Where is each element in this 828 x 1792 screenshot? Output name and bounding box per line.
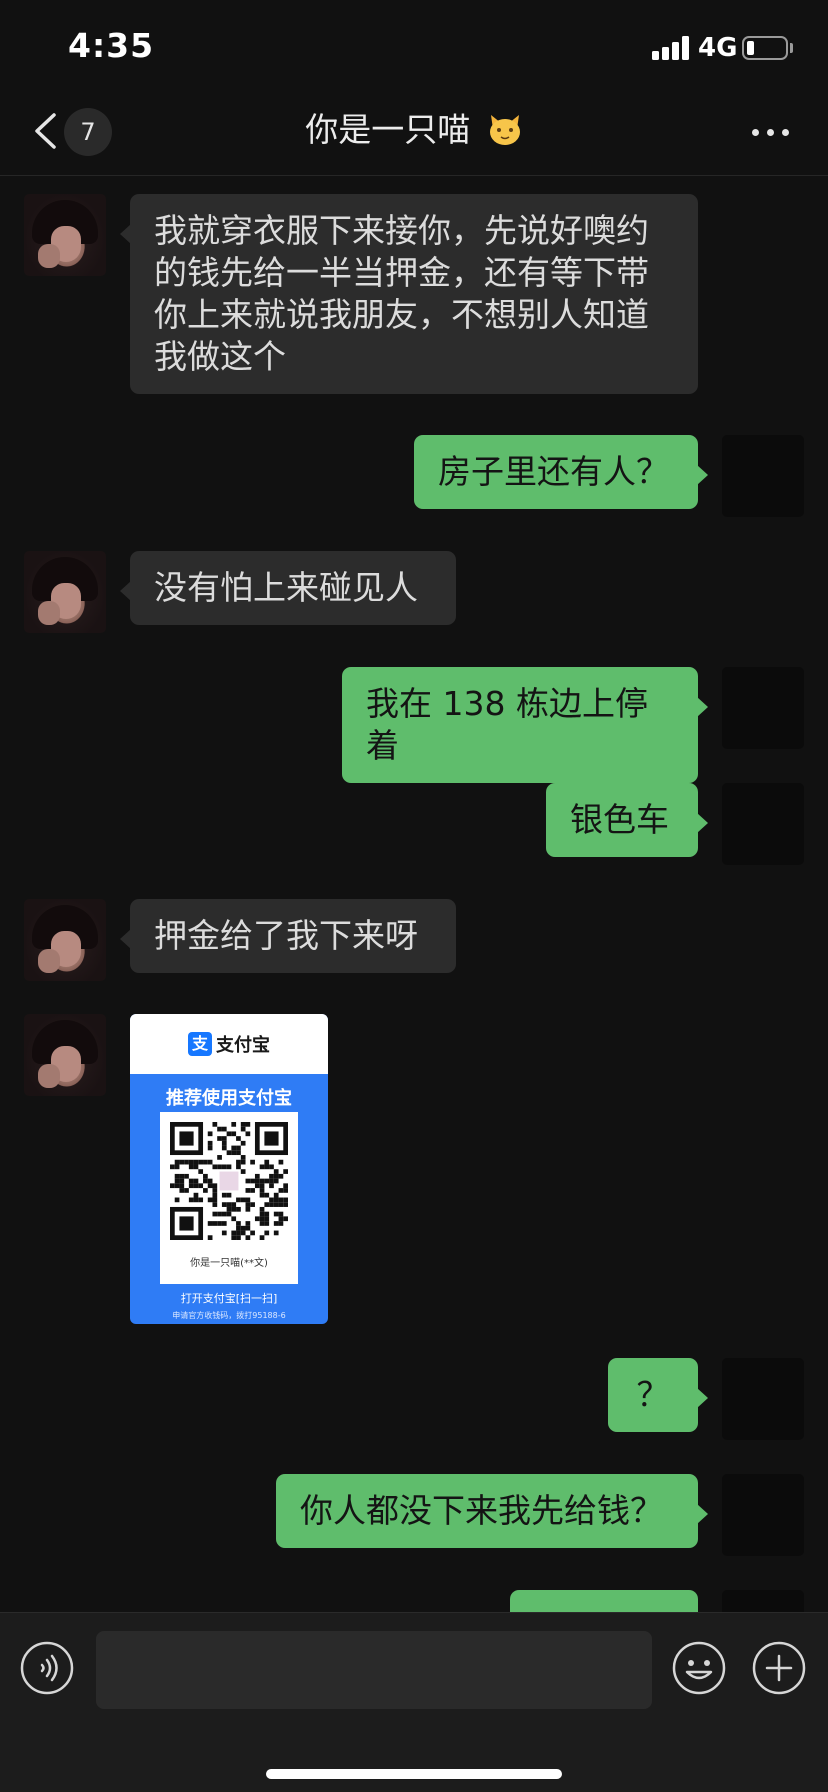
message-bubble-incoming[interactable]: 我就穿衣服下来接你，先说好噢约 的钱先给一半当押金，还有等下带 你上来就说我朋友… [120, 194, 698, 394]
battery-level [747, 41, 754, 55]
message-bubble-incoming[interactable]: 没有怕上来碰见人 [120, 551, 456, 625]
message-bubble-incoming[interactable]: 押金给了我下来呀 [120, 899, 456, 973]
message-bubble-outgoing[interactable]: 我在 138 栋边上停着 [342, 667, 708, 783]
more-options-button[interactable] [748, 110, 796, 154]
signal-icon [652, 36, 690, 60]
qr-code [170, 1122, 288, 1240]
message-text: ？ [636, 1375, 670, 1414]
chat-title-text: 你是一只喵 [305, 110, 471, 149]
cat-face-icon [489, 115, 520, 145]
contact-avatar[interactable] [24, 551, 106, 633]
my-avatar[interactable] [722, 667, 804, 749]
my-avatar[interactable] [722, 435, 804, 517]
plus-circle-icon[interactable] [752, 1641, 806, 1695]
contact-avatar[interactable] [24, 1014, 106, 1096]
chevron-left-icon [35, 113, 56, 149]
ellipsis-icon [752, 129, 759, 136]
alipay-hotline: 申请官方收钱码，拨打95188-6 [172, 1311, 286, 1320]
alipay-card-header: 支 支付宝 [130, 1014, 328, 1074]
alipay-brand: 支付宝 [216, 1035, 270, 1056]
battery-icon [742, 36, 788, 60]
alipay-recommend-text: 推荐使用支付宝 [166, 1088, 292, 1109]
message-text: 我就穿衣服下来接你，先说好噢约 的钱先给一半当押金，还有等下带 你上来就说我朋友… [154, 211, 649, 376]
message-text: 房子里还有人？ [438, 452, 669, 491]
message-bubble-outgoing[interactable]: 房子里还有人？ [414, 435, 708, 509]
network-type: 4G [698, 33, 738, 63]
nav-bar: 7 你是一只喵 [0, 90, 828, 176]
message-text: 押金给了我下来呀 [154, 916, 418, 955]
message-text: 银色车 [570, 800, 669, 839]
alipay-qr-image[interactable]: 支 支付宝 推荐使用支付宝 你是一只喵(**文) 打开支付宝[扫一扫] 申请官方… [130, 1014, 328, 1324]
my-avatar[interactable] [722, 1358, 804, 1440]
message-text: 没有怕上来碰见人 [154, 568, 418, 607]
message-text: 你人都没下来我先给钱？ [300, 1491, 663, 1530]
chat-title: 你是一只喵 [200, 108, 628, 152]
back-button[interactable]: 7 [22, 100, 117, 162]
home-indicator [266, 1769, 562, 1779]
message-bubble-outgoing[interactable]: ？ [608, 1358, 708, 1432]
payee-name: 你是一只喵(**文) [190, 1258, 268, 1269]
contact-avatar[interactable] [24, 899, 106, 981]
my-avatar[interactable] [722, 1474, 804, 1556]
message-bubble-outgoing[interactable]: 银色车 [546, 783, 708, 857]
message-text: 我在 138 栋边上停着 [366, 684, 648, 765]
qr-code-box: 你是一只喵(**文) [160, 1112, 298, 1284]
my-avatar[interactable] [722, 783, 804, 865]
contact-avatar[interactable] [24, 194, 106, 276]
chat-screen: 4:35 4G 7 你是一只喵 我就穿衣服下来接你，先说好噢约 的钱先给一半当押… [0, 0, 828, 1792]
voice-icon[interactable] [20, 1641, 74, 1695]
message-input[interactable] [96, 1631, 652, 1709]
input-bar [0, 1612, 828, 1792]
unread-count-badge: 7 [64, 108, 112, 156]
message-bubble-outgoing[interactable]: 你人都没下来我先给钱？ [276, 1474, 708, 1548]
smiley-icon[interactable] [672, 1641, 726, 1695]
status-time: 4:35 [68, 26, 155, 65]
status-bar: 4:35 4G [0, 0, 828, 90]
alipay-scan-hint: 打开支付宝[扫一扫] [180, 1292, 278, 1305]
battery-cap [790, 43, 793, 53]
alipay-logo-icon: 支 [188, 1032, 212, 1056]
